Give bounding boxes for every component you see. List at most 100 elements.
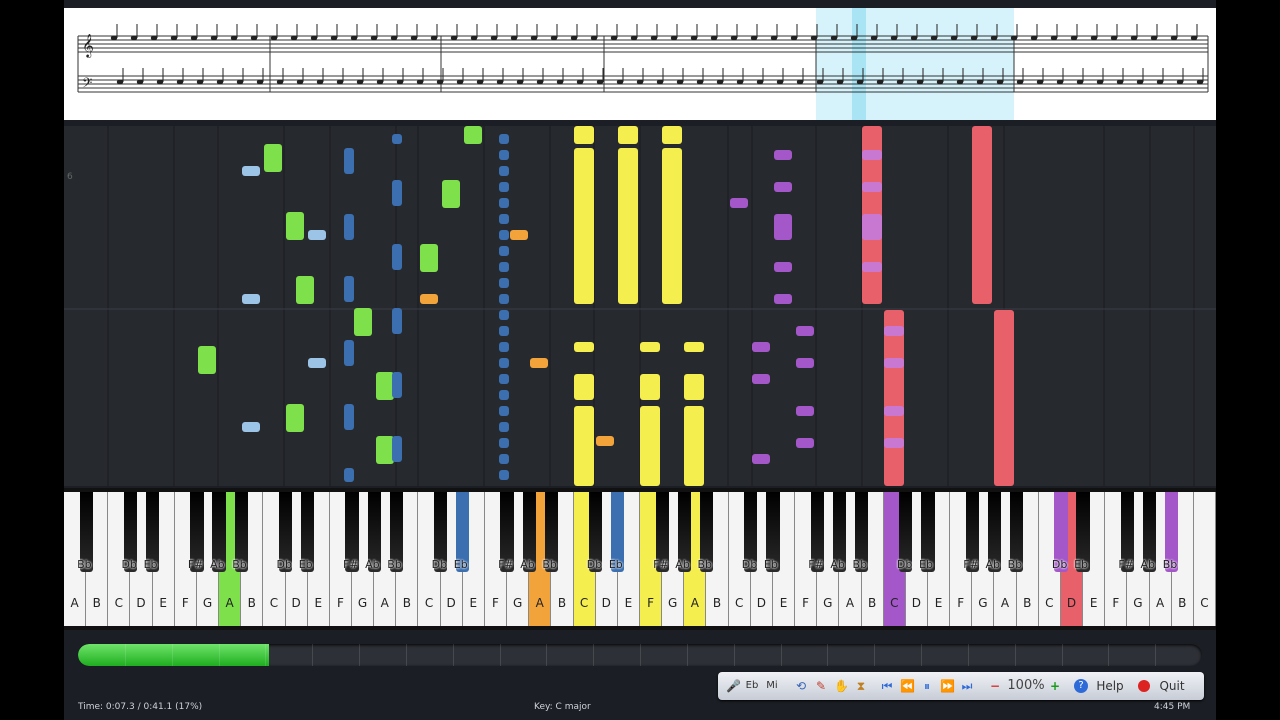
falling-note bbox=[684, 374, 704, 400]
fast-forward-icon[interactable]: ⏩ bbox=[940, 677, 955, 695]
sheet-note bbox=[636, 79, 644, 85]
black-key-label: Bb bbox=[697, 558, 712, 571]
sheet-note bbox=[330, 35, 338, 41]
falling-note bbox=[862, 182, 882, 192]
progress-tick bbox=[780, 644, 782, 666]
white-key-label: C bbox=[269, 596, 279, 610]
sheet-note bbox=[1156, 79, 1164, 85]
sheet-note bbox=[1116, 79, 1124, 85]
hand-icon[interactable]: ✋ bbox=[834, 677, 849, 695]
midi-button[interactable]: Mi bbox=[764, 677, 780, 695]
falling-note bbox=[499, 166, 509, 176]
skip-start-icon[interactable]: ⏮ bbox=[880, 677, 894, 695]
zoom-in-button[interactable]: + bbox=[1048, 677, 1062, 695]
sheet-note bbox=[316, 79, 324, 85]
microphone-icon[interactable]: 🎤 bbox=[726, 677, 741, 695]
falling-note bbox=[640, 342, 660, 352]
progress-tick bbox=[452, 644, 454, 666]
key-signature-button[interactable]: Eb bbox=[744, 677, 760, 695]
falling-note bbox=[499, 390, 509, 400]
sheet-note bbox=[590, 35, 598, 41]
sheet-note bbox=[750, 35, 758, 41]
white-key-label: F bbox=[802, 596, 810, 610]
white-key-label: C bbox=[1200, 596, 1209, 610]
falling-note bbox=[499, 406, 509, 416]
white-key-label: B bbox=[402, 596, 411, 610]
metronome-icon[interactable]: ⧗ bbox=[854, 677, 868, 695]
falling-note bbox=[862, 214, 882, 240]
rewind-icon[interactable]: ⏪ bbox=[900, 677, 915, 695]
progress-tick bbox=[874, 644, 876, 666]
help-button[interactable]: Help bbox=[1090, 677, 1130, 695]
falling-note bbox=[499, 230, 509, 240]
sheet-note bbox=[970, 35, 978, 41]
white-key-label: A bbox=[535, 596, 544, 610]
white-key-label: A bbox=[70, 596, 79, 610]
sheet-note bbox=[610, 35, 618, 41]
sheet-note bbox=[856, 79, 864, 85]
white-key-label: D bbox=[756, 596, 766, 610]
sheet-note bbox=[656, 79, 664, 85]
falling-note bbox=[344, 276, 354, 302]
sheet-note bbox=[256, 79, 264, 85]
falling-note bbox=[392, 244, 402, 270]
black-key-label: Ab bbox=[985, 558, 1000, 571]
falling-note bbox=[510, 230, 528, 240]
sheet-note bbox=[870, 35, 878, 41]
falling-note bbox=[796, 358, 814, 368]
zoom-level: 100% bbox=[1007, 678, 1045, 693]
black-key-label: Eb bbox=[763, 558, 778, 571]
song-progress-bar[interactable] bbox=[78, 644, 1202, 666]
sheet-note bbox=[456, 79, 464, 85]
falling-note bbox=[499, 294, 509, 304]
falling-note bbox=[684, 406, 704, 486]
falling-note bbox=[862, 150, 882, 160]
white-key-label: A bbox=[690, 596, 699, 610]
black-key-label: Bb bbox=[387, 558, 402, 571]
sheet-note bbox=[370, 35, 378, 41]
sheet-note bbox=[696, 79, 704, 85]
white-key[interactable]: C bbox=[1193, 492, 1216, 626]
falling-note bbox=[640, 406, 660, 486]
falling-note bbox=[574, 342, 594, 352]
sheet-note bbox=[536, 79, 544, 85]
sheet-note bbox=[1010, 35, 1018, 41]
black-key-label: Bb bbox=[1007, 558, 1023, 571]
black-key-label: Db bbox=[741, 558, 758, 571]
quit-button[interactable]: Quit bbox=[1152, 677, 1192, 695]
falling-note bbox=[392, 180, 402, 206]
falling-note bbox=[499, 214, 509, 224]
sheet-note bbox=[236, 79, 244, 85]
sheet-note bbox=[556, 79, 564, 85]
falling-note bbox=[499, 246, 509, 256]
pause-icon[interactable]: ⏸ bbox=[920, 677, 934, 695]
sheet-note bbox=[130, 35, 138, 41]
sheet-note bbox=[290, 35, 298, 41]
progress-tick bbox=[124, 644, 126, 666]
falling-note bbox=[286, 404, 304, 432]
quit-icon[interactable] bbox=[1138, 680, 1150, 692]
white-key-label: E bbox=[624, 596, 633, 610]
svg-text:𝄢: 𝄢 bbox=[82, 75, 92, 94]
black-key-label: Db bbox=[1051, 558, 1068, 571]
sheet-note bbox=[1170, 35, 1178, 41]
sheet-note bbox=[936, 79, 944, 85]
zoom-out-button[interactable]: − bbox=[988, 677, 1002, 695]
falling-note bbox=[994, 310, 1014, 486]
help-icon[interactable]: ? bbox=[1074, 679, 1088, 693]
white-key-label: F bbox=[336, 596, 344, 610]
white-key-label: D bbox=[1066, 596, 1077, 610]
skip-end-icon[interactable]: ⏭ bbox=[960, 677, 974, 695]
sheet-note bbox=[770, 35, 778, 41]
sheet-note bbox=[1190, 35, 1198, 41]
sheet-note bbox=[730, 35, 738, 41]
progress-tick bbox=[1108, 644, 1110, 666]
sheet-note bbox=[950, 35, 958, 41]
falling-note bbox=[662, 148, 682, 304]
sheet-note bbox=[550, 35, 558, 41]
progress-tick bbox=[499, 644, 501, 666]
black-key-label: F# bbox=[187, 558, 204, 571]
white-key-label: B bbox=[712, 596, 722, 610]
loop-icon[interactable]: ⟲ bbox=[794, 677, 808, 695]
pencil-icon[interactable]: ✎ bbox=[814, 677, 828, 695]
